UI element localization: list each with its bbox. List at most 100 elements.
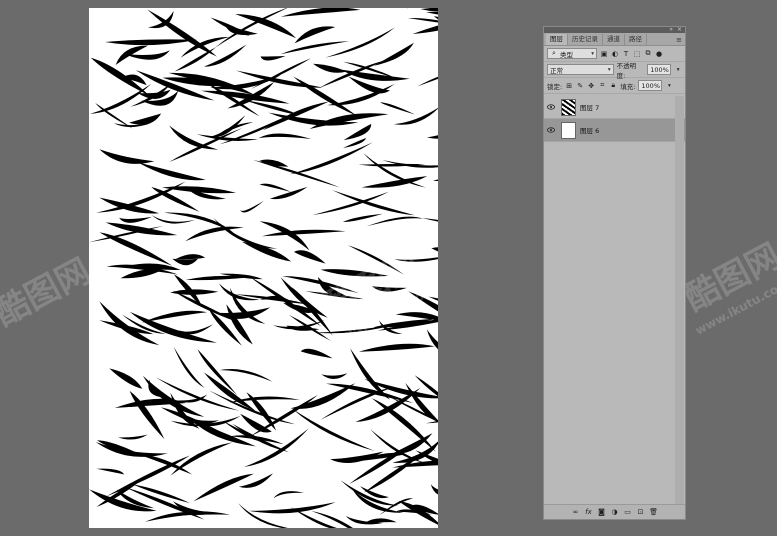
- new-layer-icon[interactable]: ⊡: [637, 508, 645, 516]
- stripe-shape: [280, 41, 350, 55]
- trash-icon[interactable]: 🗑︎: [649, 508, 658, 516]
- lock-artboard-icon[interactable]: ⌗: [598, 81, 606, 90]
- eye-icon[interactable]: [544, 104, 558, 110]
- stripe-shape: [421, 217, 438, 222]
- tab-channels[interactable]: 通道: [603, 34, 625, 45]
- stripe-shape: [426, 11, 438, 15]
- opacity-input[interactable]: 100%: [647, 64, 672, 75]
- chevron-down-icon[interactable]: ▾: [665, 82, 673, 90]
- chevron-down-icon[interactable]: ▾: [674, 66, 682, 74]
- stripe-shape: [105, 39, 197, 46]
- panel-tabs: 图层 历史记录 通道 路径 ≡: [544, 33, 685, 46]
- watermark-text-bg: 酷图网: [678, 235, 777, 320]
- stripe-shape: [320, 269, 389, 277]
- stripe-shape: [226, 304, 253, 345]
- blend-mode-value: 正常: [550, 66, 563, 75]
- stripe-shape: [312, 191, 389, 216]
- watermark-text-bg-left: 酷图网: [0, 250, 98, 335]
- link-icon[interactable]: ∞: [572, 508, 580, 516]
- panel-menu-icon[interactable]: ≡: [676, 35, 682, 45]
- layer-name[interactable]: 图层 7: [580, 102, 599, 112]
- lock-all-icon[interactable]: 🔒︎: [609, 81, 617, 90]
- stripe-shape: [210, 17, 250, 36]
- stripe-shape: [169, 128, 243, 162]
- stripe-shape: [137, 162, 206, 181]
- stripe-shape: [99, 149, 155, 164]
- filter-toggle-icon[interactable]: ●: [655, 50, 663, 58]
- search-icon: ⌕: [552, 49, 556, 57]
- tab-paths[interactable]: 路径: [625, 34, 647, 45]
- stripe-shape: [174, 47, 216, 72]
- blend-row: 正常 ▾ 不透明度: 100% ▾: [544, 61, 685, 80]
- stripe-shape: [292, 408, 375, 452]
- stripe-shape: [321, 373, 348, 380]
- filter-kind-select[interactable]: ⌕ 类型 ▾: [547, 48, 597, 59]
- stripe-shape: [313, 63, 347, 73]
- stripe-shape: [311, 511, 353, 528]
- close-icon[interactable]: ×: [677, 27, 682, 33]
- folder-icon[interactable]: ▭: [624, 508, 632, 516]
- eye-icon[interactable]: [544, 127, 558, 133]
- document-canvas[interactable]: 酷图网 www.ikutu.com: [89, 8, 438, 528]
- stripe-shape: [99, 232, 173, 266]
- stripe-shape: [426, 135, 438, 139]
- stripe-shape: [343, 124, 372, 141]
- stripe-shape: [420, 8, 438, 12]
- filter-kind-label: 类型: [560, 50, 573, 59]
- opacity-label: 不透明度:: [616, 61, 637, 80]
- lock-brush-icon[interactable]: ✎: [576, 82, 584, 90]
- stripe-shape: [294, 250, 326, 264]
- stripe-shape: [147, 9, 217, 57]
- shape-filter-icon[interactable]: ⬚: [633, 50, 641, 58]
- stripe-shape: [262, 229, 346, 237]
- collapse-icon[interactable]: »: [669, 27, 673, 33]
- stripe-shape: [141, 310, 207, 323]
- adjustment-filter-icon[interactable]: ◐: [611, 50, 619, 58]
- image-filter-icon[interactable]: ▣: [600, 50, 608, 58]
- type-filter-icon[interactable]: T: [622, 50, 630, 58]
- layers-list: 图层 7 图层 6: [544, 96, 685, 142]
- stripe-shape: [243, 99, 300, 116]
- stripe-shape: [294, 26, 336, 44]
- filter-row: ⌕ 类型 ▾ ▣ ◐ T ⬚ ⧉ ●: [544, 46, 685, 62]
- lock-row: 锁定: ⊞ ✎ ✥ ⌗ 🔒︎ 填充: 100% ▾: [544, 78, 685, 94]
- fill-input[interactable]: 100%: [638, 80, 663, 91]
- blend-mode-select[interactable]: 正常 ▾: [547, 64, 614, 75]
- stripe-shape: [173, 290, 239, 323]
- stripe-shape: [431, 247, 438, 252]
- panel-bottom-toolbar: ∞ fx ◙ ◑ ▭ ⊡ 🗑︎: [544, 504, 685, 519]
- stripe-shape: [289, 142, 373, 175]
- tab-history[interactable]: 历史记录: [568, 34, 603, 45]
- stripe-shape: [249, 502, 336, 514]
- layer-thumbnail: [561, 121, 576, 139]
- layer-name[interactable]: 图层 6: [580, 125, 599, 135]
- layers-scrollbar[interactable]: [675, 96, 684, 510]
- mask-icon[interactable]: ◙: [598, 508, 606, 516]
- stripe-shape: [300, 348, 333, 359]
- stripe-shape: [197, 349, 238, 396]
- lock-position-icon[interactable]: ✥: [587, 82, 595, 90]
- lock-transparent-icon[interactable]: ⊞: [565, 82, 573, 90]
- stripe-shape: [366, 216, 423, 227]
- stripe-shape: [260, 56, 286, 61]
- stripe-shape: [382, 160, 438, 168]
- stripe-shape: [371, 398, 436, 452]
- stripe-shape: [185, 275, 252, 281]
- stripe-shape: [238, 503, 288, 528]
- stripe-shape: [105, 222, 178, 236]
- stripe-shape: [90, 83, 152, 114]
- smart-object-filter-icon[interactable]: ⧉: [644, 49, 652, 58]
- tab-layers[interactable]: 图层: [546, 34, 568, 45]
- stripe-shape: [364, 378, 438, 399]
- fill-label: 填充:: [620, 82, 636, 91]
- fx-icon[interactable]: fx: [585, 508, 593, 516]
- layers-panel: » × 图层 历史记录 通道 路径 ≡ ⌕ 类型 ▾ ▣ ◐ T ⬚ ⧉ ● 正…: [543, 26, 686, 520]
- layer-row[interactable]: 图层 7: [544, 96, 685, 119]
- stripe-shape: [361, 176, 428, 188]
- adjustment-icon[interactable]: ◑: [611, 508, 619, 516]
- stripe-shape: [417, 76, 438, 87]
- chevron-down-icon: ▾: [607, 66, 611, 73]
- layer-row[interactable]: 图层 6: [544, 119, 685, 142]
- stripe-shape: [407, 17, 438, 23]
- stripe-shape: [240, 200, 264, 213]
